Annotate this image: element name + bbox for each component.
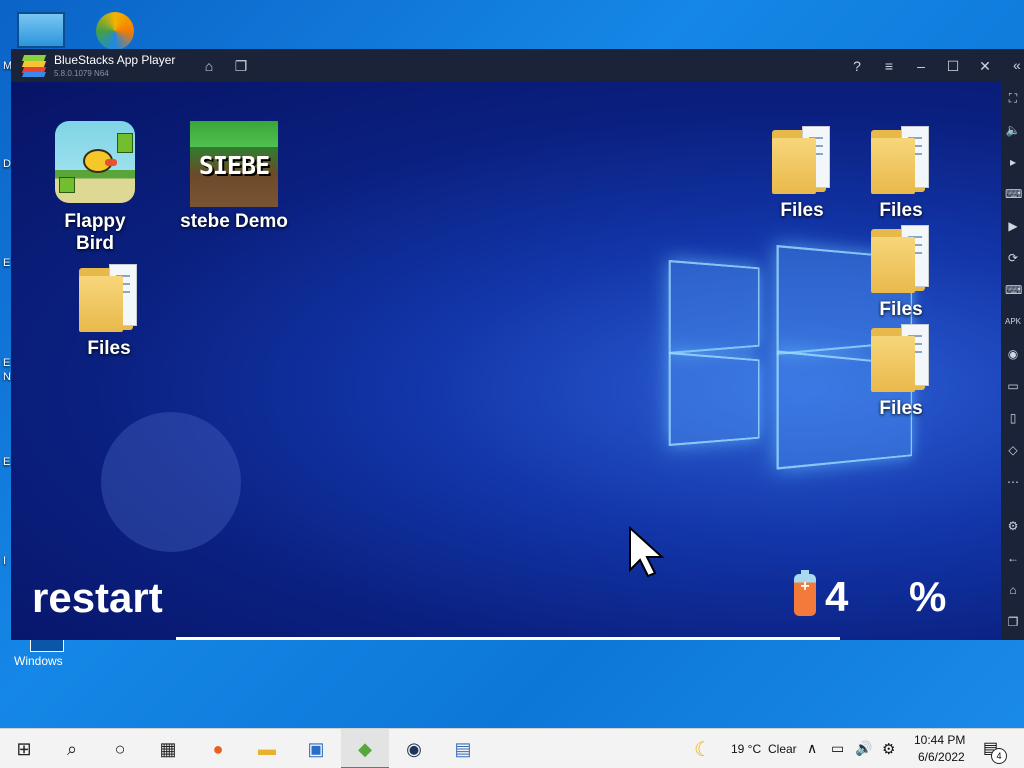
desktop-icon-label-fragment: E: [3, 456, 11, 468]
cortana-icon[interactable]: ○: [96, 729, 144, 768]
gesture-bar[interactable]: [176, 637, 840, 640]
screenshot-icon[interactable]: ◉: [1005, 346, 1021, 362]
folder-files[interactable]: Files: [861, 322, 941, 420]
close-icon[interactable]: ✕: [975, 56, 995, 76]
folder-files[interactable]: Files: [861, 223, 941, 321]
stebe-icon-text: SIEBE: [198, 151, 270, 180]
macro-icon[interactable]: ▶: [1005, 218, 1021, 234]
start-icon[interactable]: ⊞: [0, 729, 48, 768]
microsoft-store-icon[interactable]: ▣: [292, 729, 340, 768]
home-icon[interactable]: ⌂: [199, 56, 219, 76]
battery-charge-glyph: +: [794, 574, 816, 616]
bluestacks-logo-icon: [21, 55, 47, 77]
desktop-icon-label-fragment: E: [3, 357, 11, 369]
volume-icon[interactable]: 🔈: [1005, 122, 1021, 138]
stebe-demo-icon: SIEBE: [190, 121, 278, 207]
edge-icon[interactable]: [96, 12, 134, 50]
window-title: BlueStacks App Player: [54, 53, 176, 67]
search-icon[interactable]: ⌕: [48, 729, 96, 768]
file-explorer-icon[interactable]: ▬: [243, 729, 291, 768]
folder-label: Files: [87, 338, 131, 359]
restart-button[interactable]: restart: [32, 574, 163, 622]
folder-files[interactable]: Files: [762, 124, 842, 222]
multi-instance-sync-icon[interactable]: ▯: [1005, 410, 1021, 426]
clock-time[interactable]: 10:44 PM: [914, 733, 965, 747]
app-flappy-bird[interactable]: Flappy Bird: [45, 121, 145, 255]
folder-icon: [871, 223, 931, 293]
notification-center-icon[interactable]: ▤ 4: [983, 738, 1007, 764]
folder-icon: [871, 124, 931, 194]
battery-icon: +: [794, 570, 816, 616]
network-icon[interactable]: ▭: [831, 740, 844, 757]
folder-files[interactable]: Files: [69, 262, 149, 360]
android-home-screen[interactable]: Flappy Bird SIEBE stebe Demo Files Files…: [11, 82, 1001, 640]
game-controls-icon[interactable]: ⌨: [1005, 282, 1022, 298]
screen-record-icon[interactable]: ▸: [1005, 154, 1021, 170]
rotate-icon[interactable]: ⟳: [1005, 250, 1021, 266]
show-hidden-icons-icon[interactable]: ∧: [807, 740, 817, 757]
apk-install-icon[interactable]: APK: [1005, 314, 1021, 330]
battery-percent-sign: %: [909, 573, 947, 620]
app-version: 5.8.0.1079 N64: [54, 69, 109, 78]
flappy-bird-icon: [55, 121, 135, 203]
folder-icon: [772, 124, 832, 194]
maximize-icon[interactable]: ☐: [943, 56, 963, 76]
multi-instance-icon[interactable]: ❐: [231, 56, 251, 76]
bluestacks-taskbar-icon[interactable]: ◆: [341, 729, 389, 768]
weather-moon-icon[interactable]: ☾: [694, 737, 712, 762]
windows-taskbar: ⊞ ⌕ ○ ▦ ● ▬ ▣ ◆ ◉ ▤ ☾ 19 °C Clear ∧ ▭ 🔊 …: [0, 728, 1024, 768]
bluestacks-sidebar: ⛶ 🔈 ▸ ⌨ ▶ ⟳ ⌨ APK ◉ ▭ ▯ ◇ ⋯ ⚙ ← ⌂ ❐: [1001, 82, 1024, 640]
folder-label: Files: [879, 200, 923, 221]
fullscreen-icon[interactable]: ⛶: [1005, 90, 1021, 106]
desktop-icon-label-fragment: E: [3, 257, 11, 269]
menu-icon[interactable]: ≡: [879, 56, 899, 76]
more-icon[interactable]: ⋯: [1005, 474, 1021, 490]
desktop-icon-label-fragment: I: [3, 555, 7, 567]
weather-temp[interactable]: 19 °C: [731, 742, 761, 756]
minimize-icon[interactable]: –: [911, 56, 931, 76]
folder-icon: [871, 322, 931, 392]
settings-icon[interactable]: ⚙: [1005, 518, 1021, 534]
desktop-icon-label-fragment: N: [3, 371, 11, 383]
steam-icon[interactable]: ◉: [390, 729, 438, 768]
help-icon[interactable]: ?: [847, 56, 867, 76]
windows-shortcut-label[interactable]: Windows: [14, 654, 63, 668]
weather-condition[interactable]: Clear: [768, 742, 797, 756]
settings-gear-icon[interactable]: ⚙: [882, 740, 895, 758]
app-label: Flappy Bird: [64, 211, 126, 254]
desktop-icon-label-fragment: D: [3, 158, 11, 170]
keyboard-icon[interactable]: ⌨: [1005, 186, 1022, 202]
this-pc-icon[interactable]: [17, 12, 65, 48]
firefox-icon[interactable]: ●: [194, 729, 242, 768]
folder-files[interactable]: Files: [861, 124, 941, 222]
folder-label: Files: [879, 398, 923, 419]
resource-monitor-icon[interactable]: ▤: [439, 729, 487, 768]
recent-apps-icon[interactable]: ❐: [1005, 614, 1021, 630]
folder-icon[interactable]: ▭: [1005, 378, 1021, 394]
app-label: stebe Demo: [180, 211, 288, 232]
app-stebe-demo[interactable]: SIEBE stebe Demo: [179, 121, 289, 233]
folder-icon: [79, 262, 139, 332]
volume-icon[interactable]: 🔊: [855, 740, 872, 757]
clock-date[interactable]: 6/6/2022: [918, 750, 965, 764]
task-view-icon[interactable]: ▦: [144, 729, 192, 768]
title-bar[interactable]: BlueStacks App Player 5.8.0.1079 N64 ⌂ ❐…: [11, 49, 1024, 82]
eco-mode-icon[interactable]: ◇: [1005, 442, 1021, 458]
battery-level: 4: [825, 573, 849, 620]
back-icon[interactable]: ←: [1005, 550, 1021, 566]
mouse-cursor-icon: [629, 526, 665, 578]
collapse-sidebar-icon[interactable]: «: [1013, 57, 1021, 73]
notification-count: 4: [991, 748, 1007, 764]
android-home-icon[interactable]: ⌂: [1005, 582, 1021, 598]
folder-label: Files: [780, 200, 824, 221]
folder-label: Files: [879, 299, 923, 320]
touch-ripple: [101, 412, 241, 552]
bluestacks-window: BlueStacks App Player 5.8.0.1079 N64 ⌂ ❐…: [11, 49, 1024, 640]
